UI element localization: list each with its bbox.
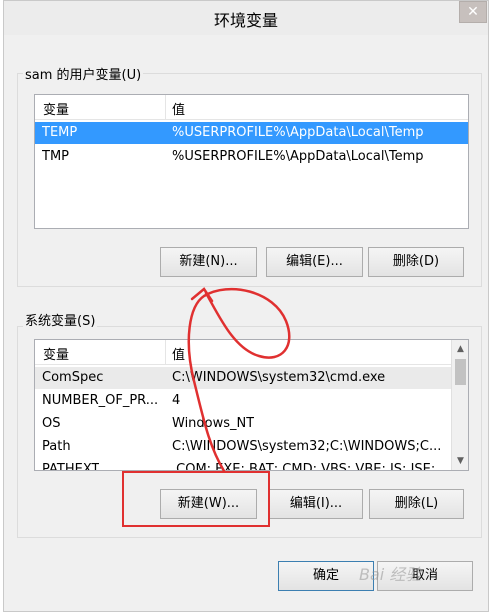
system-variables-label: 系统变量(S) — [23, 310, 98, 329]
system-list-scrollbar[interactable]: ▲ ▼ — [451, 340, 468, 470]
variable-value: %USERPROFILE%\AppData\Local\Temp — [172, 149, 424, 164]
variable-name: NUMBER_OF_PR... — [42, 393, 159, 408]
system-edit-button[interactable]: 编辑(I)... — [269, 489, 363, 519]
table-row[interactable]: TMP %USERPROFILE%\AppData\Local\Temp — [35, 146, 468, 168]
dialog-title: 环境变量 — [213, 11, 278, 30]
scrollbar-thumb[interactable] — [455, 359, 466, 385]
variable-name: TEMP — [42, 125, 78, 140]
table-row[interactable]: TEMP %USERPROFILE%\AppData\Local\Temp — [35, 122, 468, 144]
user-variables-label: sam 的用户变量(U) — [23, 64, 144, 83]
column-header-variable[interactable]: 变量 — [43, 344, 69, 363]
scroll-up-icon[interactable]: ▲ — [452, 341, 468, 357]
watermark: Bai 经验 — [359, 565, 422, 584]
title-bar: 环境变量 ✕ — [4, 1, 488, 35]
column-header-value[interactable]: 值 — [172, 99, 185, 118]
variable-name: TMP — [42, 149, 69, 164]
variable-value: %USERPROFILE%\AppData\Local\Temp — [172, 125, 424, 140]
variable-name: Path — [42, 439, 71, 454]
scroll-down-icon[interactable]: ▼ — [452, 453, 468, 469]
user-delete-button[interactable]: 删除(D) — [368, 247, 464, 277]
annotation-arrow-stroke — [187, 287, 291, 473]
user-variables-list[interactable]: 变量 值 TEMP %USERPROFILE%\AppData\Local\Te… — [34, 94, 469, 229]
user-list-header: 变量 值 — [35, 95, 468, 120]
column-separator[interactable] — [165, 95, 166, 119]
system-delete-button[interactable]: 删除(L) — [369, 489, 464, 519]
variable-name: PATHEXT — [42, 462, 100, 471]
variable-name: OS — [42, 416, 61, 431]
variable-name: ComSpec — [42, 370, 104, 385]
column-header-variable[interactable]: 变量 — [43, 99, 69, 118]
close-icon[interactable]: ✕ — [459, 1, 487, 23]
environment-variables-dialog: 环境变量 ✕ sam 的用户变量(U) 变量 值 TEMP %USERPROFI… — [3, 0, 489, 612]
annotation-highlight-rectangle — [122, 471, 270, 527]
